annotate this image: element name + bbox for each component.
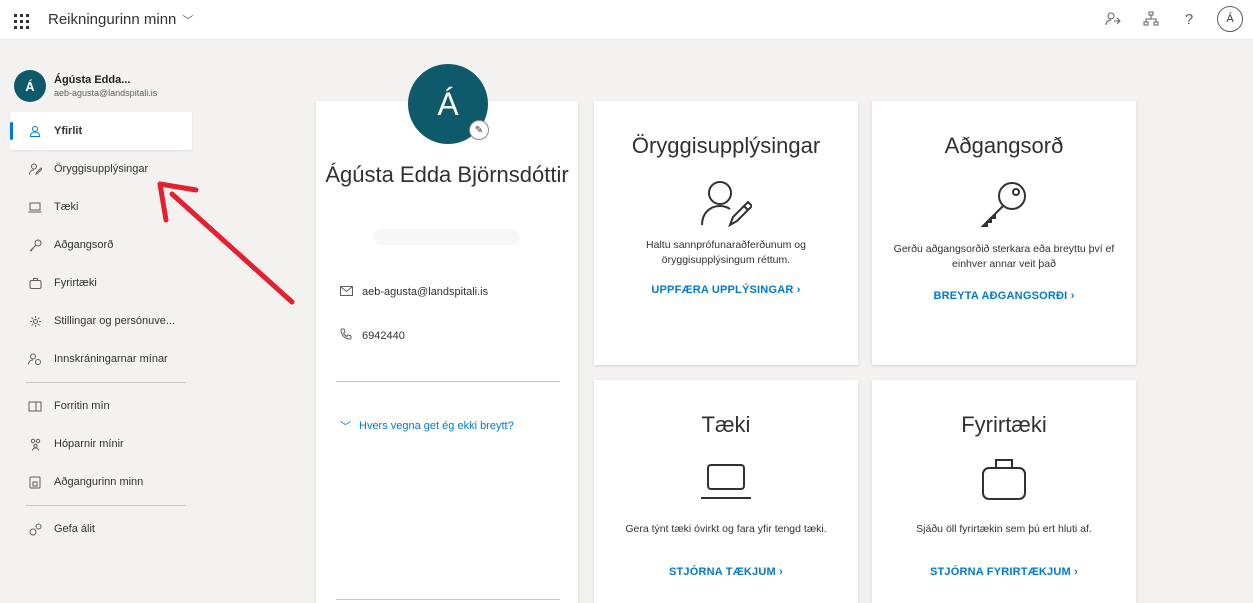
manage-organizations-link[interactable]: STJÓRNA FYRIRTÆKJUM › <box>872 566 1136 578</box>
chevron-right-icon: › <box>796 284 801 296</box>
chevron-right-icon: › <box>779 566 784 578</box>
profile-name: Ágústa Edda Björnsdóttir <box>325 162 569 187</box>
app-launcher-icon[interactable] <box>10 10 30 30</box>
sidebar-item-label: Stillingar og persónuve... <box>54 315 176 327</box>
feedback-icon <box>26 523 44 536</box>
card-description: Haltu sannprófunaraðferðunum og öryggisu… <box>646 239 806 266</box>
card-link-label: STJÓRNA FYRIRTÆKJUM <box>929 566 1071 578</box>
nav-divider <box>26 505 186 506</box>
sidebar: Á Ágústa Edda... aeb-agusta@landspitali.… <box>0 40 200 603</box>
card-description: Gera týnt tæki óvirkt og fara yfir tengd… <box>625 523 827 535</box>
card-link-label: BREYTA AÐGANGSORÐI <box>933 290 1068 302</box>
sidebar-item-overview[interactable]: Yfirlit <box>10 112 192 150</box>
access-icon <box>26 476 44 489</box>
sidebar-item-label: Innskráningarnar mínar <box>54 353 168 365</box>
app-title: Reikningurinn minn <box>48 11 177 28</box>
sidebar-item-label: Fyrirtæki <box>54 277 97 289</box>
redacted-field <box>374 229 520 245</box>
sidebar-item-label: Forritin mín <box>54 400 110 412</box>
chevron-right-icon: › <box>1074 566 1079 578</box>
key-icon <box>872 179 1136 229</box>
briefcase-icon <box>26 277 44 289</box>
sidebar-item-my-groups[interactable]: Hóparnir mínir <box>10 425 192 463</box>
briefcase-icon <box>872 458 1136 500</box>
mail-icon <box>340 285 356 299</box>
user-summary: Á Ágústa Edda... aeb-agusta@landspitali.… <box>0 40 200 112</box>
profile-divider <box>336 381 560 382</box>
profile-phone-row: 6942440 <box>340 328 405 343</box>
sidebar-item-label: Yfirlit <box>54 125 83 137</box>
sidebar-item-label: Tæki <box>54 201 79 213</box>
sidebar-nav: Yfirlit Öryggisupplýsingar Tæki Aðgangso… <box>0 112 200 548</box>
chevron-down-icon: ﹀ <box>182 14 194 27</box>
key-icon <box>26 239 44 252</box>
chevron-down-icon: ﹀ <box>340 421 351 433</box>
app-title-menu[interactable]: Reikningurinn minn ﹀ <box>48 11 193 28</box>
chevron-right-icon: › <box>1070 290 1075 302</box>
sidebar-item-feedback[interactable]: Gefa álit <box>10 510 192 548</box>
manage-devices-link[interactable]: STJÓRNA TÆKJUM › <box>594 566 858 578</box>
sidebar-item-my-access[interactable]: Aðgangurinn minn <box>10 463 192 501</box>
profile-card: Ágústa Edda Björnsdóttir aeb-agusta@land… <box>316 101 578 603</box>
groups-icon <box>26 438 44 451</box>
why-cant-i-edit-link[interactable]: ﹀ Hvers vegna get ég ekki breytt? <box>340 418 514 434</box>
avatar: Á <box>14 70 46 102</box>
why-link-label: Hvers vegna get ég ekki breytt? <box>359 420 514 432</box>
phone-icon <box>340 328 356 343</box>
apps-icon <box>26 401 44 412</box>
password-card: Aðgangsorð Gerðu aðgangsorðið sterkara e… <box>872 101 1136 365</box>
gear-icon <box>26 315 44 328</box>
sidebar-item-label: Öryggisupplýsingar <box>54 163 149 175</box>
change-password-link[interactable]: BREYTA AÐGANGSORÐI › <box>872 290 1136 302</box>
laptop-icon <box>594 464 858 500</box>
sidebar-item-label: Aðgangsorð <box>54 239 114 251</box>
person-icon <box>26 125 44 137</box>
security-info-icon <box>26 163 44 175</box>
sidebar-item-label: Gefa álit <box>54 523 95 535</box>
sidebar-item-my-sign-ins[interactable]: Innskráningarnar mínar <box>10 340 192 378</box>
card-link-label: UPPFÆRA UPPLÝSINGAR <box>651 284 794 296</box>
org-chart-icon[interactable] <box>1141 9 1161 29</box>
card-description: Gerðu aðgangsorðið sterkara eða breyttu … <box>893 243 1115 270</box>
sidebar-item-label: Hóparnir mínir <box>54 438 124 450</box>
profile-email: aeb-agusta@landspitali.is <box>362 286 489 298</box>
card-description: Sjáðu öll fyrirtækin sem þú ert hluti af… <box>916 523 1092 535</box>
help-icon[interactable]: ? <box>1179 9 1199 29</box>
security-info-card: Öryggisupplýsingar Haltu sannprófunaraðf… <box>594 101 858 365</box>
sidebar-item-label: Aðgangurinn minn <box>54 476 144 488</box>
organizations-card: Fyrirtæki Sjáðu öll fyrirtækin sem þú er… <box>872 380 1136 603</box>
card-title: Fyrirtæki <box>961 412 1047 437</box>
card-title: Öryggisupplýsingar <box>631 133 821 158</box>
security-info-icon <box>594 179 858 227</box>
profile-phone: 6942440 <box>362 329 405 342</box>
top-bar: Reikningurinn minn ﹀ ? Á <box>0 0 1253 40</box>
edit-photo-icon[interactable]: ✎ <box>469 120 489 140</box>
sidebar-item-my-apps[interactable]: Forritin mín <box>10 387 192 425</box>
card-link-label: STJÓRNA TÆKJUM <box>668 566 776 578</box>
user-name: Ágústa Edda... <box>54 74 131 86</box>
user-email: aeb-agusta@landspitali.is <box>54 88 158 98</box>
sign-ins-icon <box>26 353 44 365</box>
account-avatar[interactable]: Á <box>1217 6 1243 32</box>
laptop-icon <box>26 202 44 213</box>
organization-switch-icon[interactable] <box>1103 9 1123 29</box>
update-info-link[interactable]: UPPFÆRA UPPLÝSINGAR › <box>594 284 858 296</box>
top-right-actions: ? Á <box>1103 6 1243 32</box>
nav-divider <box>26 382 186 383</box>
card-title: Tæki <box>701 412 751 437</box>
profile-email-row: aeb-agusta@landspitali.is <box>340 285 488 299</box>
card-title: Aðgangsorð <box>944 133 1064 158</box>
annotation-arrow <box>157 181 295 305</box>
devices-card: Tæki Gera týnt tæki óvirkt og fara yfir … <box>594 380 858 603</box>
profile-divider <box>336 599 560 600</box>
